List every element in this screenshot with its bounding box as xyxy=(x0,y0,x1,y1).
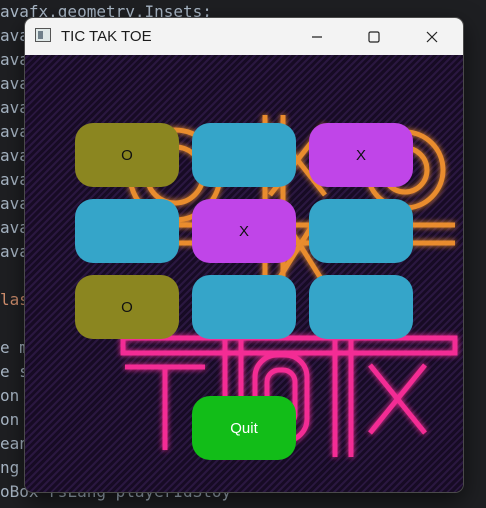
maximize-button[interactable] xyxy=(351,18,397,55)
close-button[interactable] xyxy=(409,18,455,55)
minimize-button[interactable] xyxy=(294,18,340,55)
app-window: TIC TAK TOE O X X O Quit xyxy=(25,18,463,492)
board-cell-3-3[interactable] xyxy=(309,275,413,339)
code-line: on xyxy=(0,386,20,405)
board-cell-3-2[interactable] xyxy=(192,275,296,339)
title-bar[interactable]: TIC TAK TOE xyxy=(25,18,463,55)
quit-button[interactable]: Quit xyxy=(192,396,296,460)
app-window-icon xyxy=(35,28,51,42)
close-icon xyxy=(426,31,438,42)
board-cell-2-2[interactable]: X xyxy=(192,199,296,263)
board-cell-2-3[interactable] xyxy=(309,199,413,263)
board-cell-1-1[interactable]: O xyxy=(75,123,179,187)
minimize-icon xyxy=(312,35,322,38)
board-cell-1-2[interactable] xyxy=(192,123,296,187)
maximize-icon xyxy=(368,30,380,43)
board-cell-1-3[interactable]: X xyxy=(309,123,413,187)
game-board-area: OXXO Quit xyxy=(25,55,463,492)
code-line: ng xyxy=(0,458,20,477)
window-title: TIC TAK TOE xyxy=(61,28,152,45)
code-line: on xyxy=(0,410,20,429)
board-cell-3-1[interactable]: O xyxy=(75,275,179,339)
board-cell-2-1[interactable] xyxy=(75,199,179,263)
